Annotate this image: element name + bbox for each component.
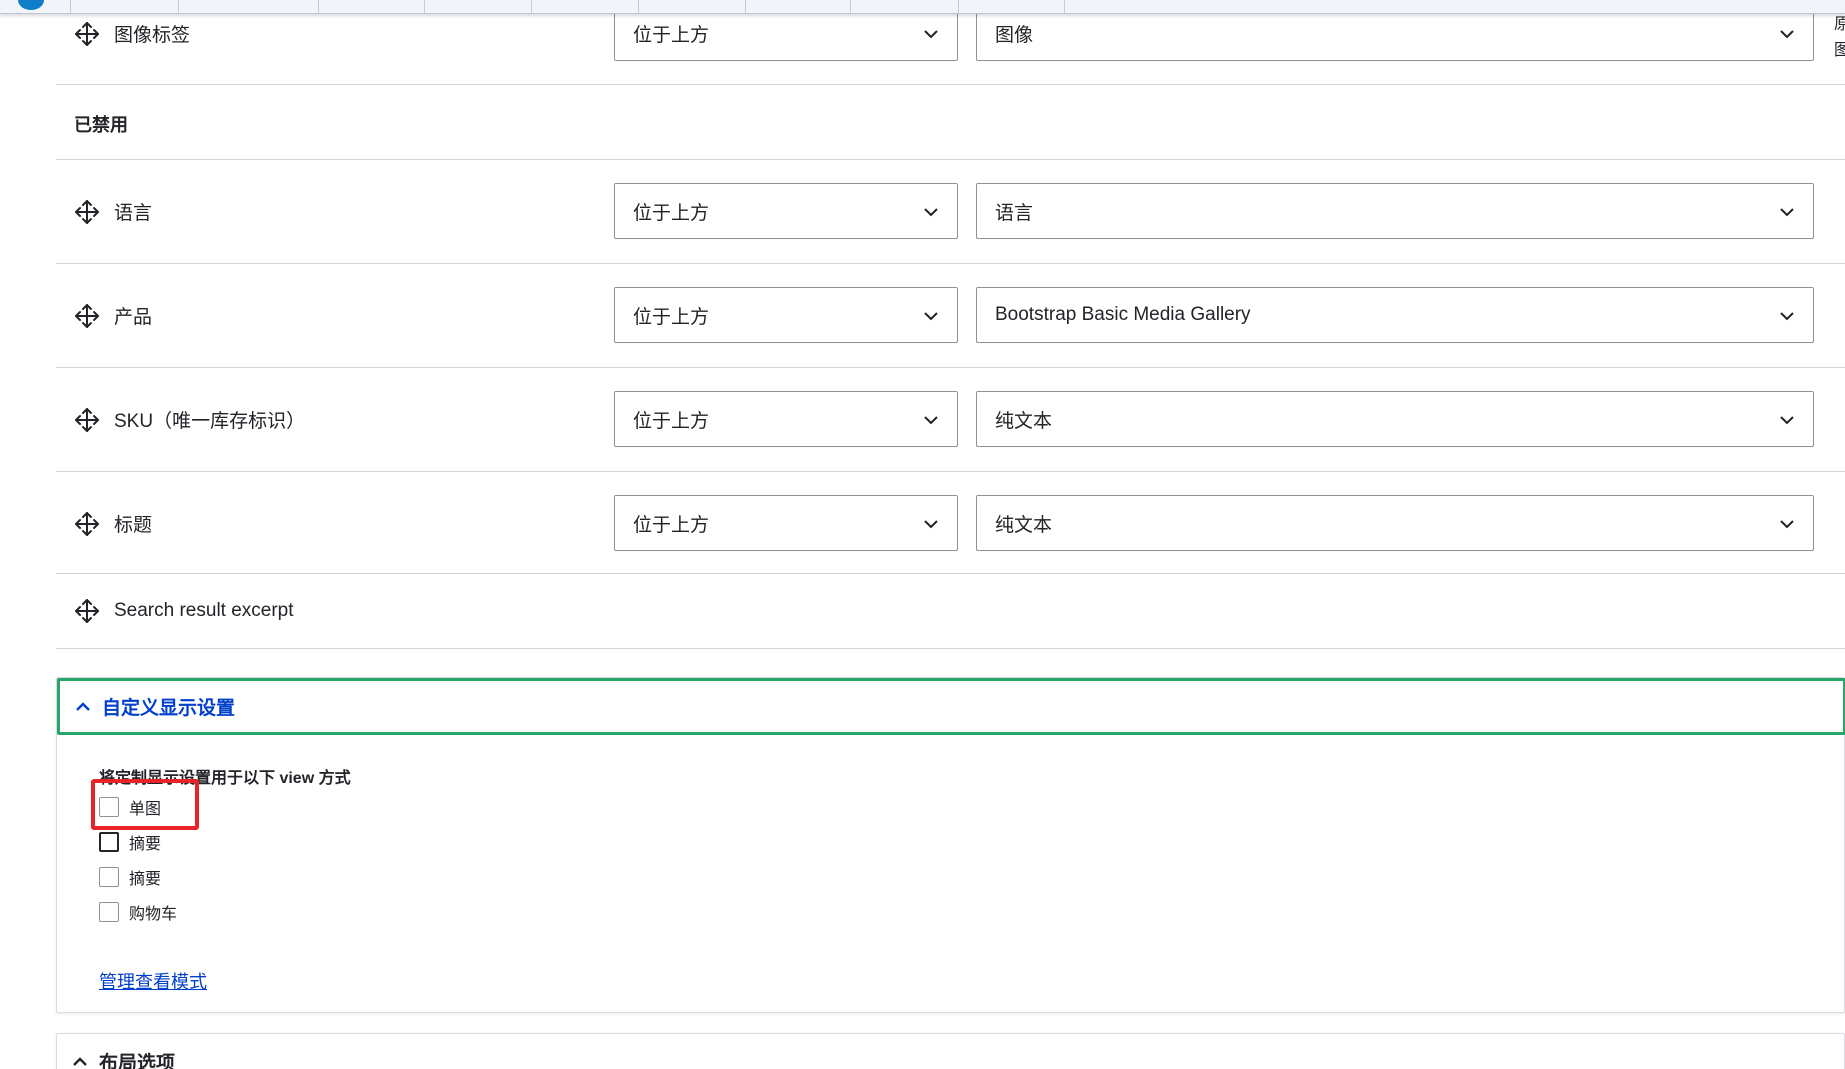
field-label-text: 产品 xyxy=(114,307,153,328)
view-mode-checkbox[interactable] xyxy=(99,902,119,922)
custom-display-settings-panel: 自定义显示设置 将定制显示设置用于以下 view 方式 单图 摘要 摘要 购物车… xyxy=(56,677,1845,1013)
chevron-down-icon xyxy=(924,416,938,425)
label-position-select[interactable]: 位于上方 xyxy=(614,391,958,447)
label-position-select[interactable]: 位于上方 xyxy=(614,287,958,343)
select-value: 位于上方 xyxy=(633,202,710,224)
browser-tab[interactable] xyxy=(178,0,179,14)
app-logo-icon xyxy=(18,0,44,10)
formatter-select[interactable]: 纯文本 xyxy=(976,495,1814,551)
field-row-sku: SKU（唯一库存标识） 位于上方 纯文本 xyxy=(56,368,1845,472)
chevron-down-icon xyxy=(1780,312,1794,321)
view-mode-label: 购物车 xyxy=(129,906,178,923)
field-label-text: 图像标签 xyxy=(114,25,191,46)
formatter-select[interactable]: 纯文本 xyxy=(976,391,1814,447)
annotation-highlight-box xyxy=(91,779,199,830)
field-row-search-excerpt: Search result excerpt xyxy=(56,574,1845,649)
select-value: 图像 xyxy=(995,24,1034,46)
layout-options-toggle[interactable]: 布局选项 xyxy=(71,1048,175,1069)
browser-tab[interactable] xyxy=(638,0,639,14)
field-label: 语言 xyxy=(74,198,152,225)
field-row-language: 语言 位于上方 语言 xyxy=(56,160,1845,264)
view-mode-option[interactable]: 购物车 xyxy=(99,900,177,924)
field-label: 标题 xyxy=(74,510,152,537)
label-position-select[interactable]: 位于上方 xyxy=(614,495,958,551)
select-value: Bootstrap Basic Media Gallery xyxy=(995,304,1251,325)
field-label: SKU（唯一库存标识） xyxy=(74,406,305,433)
field-label: Search result excerpt xyxy=(74,598,294,624)
browser-tab[interactable] xyxy=(958,0,959,14)
browser-tab[interactable] xyxy=(850,0,851,14)
formatter-select[interactable]: 语言 xyxy=(976,183,1814,239)
view-mode-label: 摘要 xyxy=(129,836,162,853)
chevron-up-icon xyxy=(76,701,90,711)
browser-tab[interactable] xyxy=(745,0,746,14)
formatter-select[interactable]: Bootstrap Basic Media Gallery xyxy=(976,287,1814,343)
field-label-text: 标题 xyxy=(114,515,153,536)
view-mode-checkbox[interactable] xyxy=(99,867,119,887)
chevron-down-icon xyxy=(1780,416,1794,425)
layout-options-title: 布局选项 xyxy=(99,1053,176,1069)
browser-tab[interactable] xyxy=(1064,0,1065,14)
region-disabled-row: 已禁用 xyxy=(56,85,1845,160)
label-position-select[interactable]: 位于上方 xyxy=(614,183,958,239)
field-row-title: 标题 位于上方 纯文本 xyxy=(56,472,1845,574)
layout-options-panel: 布局选项 xyxy=(56,1033,1845,1069)
field-label-text: Search result excerpt xyxy=(114,600,294,621)
chevron-down-icon xyxy=(1780,208,1794,217)
browser-tab[interactable] xyxy=(318,0,319,14)
select-value: 位于上方 xyxy=(633,514,710,536)
field-label-text: SKU（唯一库存标识） xyxy=(114,411,306,432)
drag-handle-icon[interactable] xyxy=(74,21,100,47)
select-value: 纯文本 xyxy=(995,410,1053,432)
view-mode-option[interactable]: 摘要 xyxy=(99,865,161,889)
drag-handle-icon[interactable] xyxy=(74,407,100,433)
chevron-down-icon xyxy=(924,30,938,39)
custom-display-settings-toggle[interactable]: 自定义显示设置 xyxy=(57,678,1845,735)
browser-tab[interactable] xyxy=(424,0,425,14)
region-disabled-heading: 已禁用 xyxy=(74,115,128,135)
drag-handle-icon[interactable] xyxy=(74,199,100,225)
select-value: 位于上方 xyxy=(633,410,710,432)
browser-tab[interactable] xyxy=(531,0,532,14)
field-label: 图像标签 xyxy=(74,20,190,47)
drag-handle-icon[interactable] xyxy=(74,303,100,329)
drag-handle-icon[interactable] xyxy=(74,598,100,624)
chevron-down-icon xyxy=(1780,30,1794,39)
field-label: 产品 xyxy=(74,302,152,329)
chevron-down-icon xyxy=(1780,520,1794,529)
chevron-down-icon xyxy=(924,208,938,217)
chevron-down-icon xyxy=(924,312,938,321)
manage-view-modes-link[interactable]: 管理查看模式 xyxy=(99,968,207,994)
browser-tab-strip xyxy=(0,0,1845,14)
chevron-up-icon xyxy=(73,1056,87,1066)
browser-tab[interactable] xyxy=(70,0,71,14)
field-label-text: 语言 xyxy=(114,203,153,224)
select-value: 语言 xyxy=(995,202,1034,224)
view-mode-checkbox[interactable] xyxy=(99,832,119,852)
select-value: 位于上方 xyxy=(633,24,710,46)
chevron-down-icon xyxy=(924,520,938,529)
select-value: 位于上方 xyxy=(633,306,710,328)
select-value: 纯文本 xyxy=(995,514,1053,536)
view-mode-option[interactable]: 摘要 xyxy=(99,830,161,854)
view-mode-label: 摘要 xyxy=(129,871,162,888)
custom-display-settings-title: 自定义显示设置 xyxy=(102,698,236,719)
drag-handle-icon[interactable] xyxy=(74,511,100,537)
field-row-product: 产品 位于上方 Bootstrap Basic Media Gallery xyxy=(56,264,1845,368)
